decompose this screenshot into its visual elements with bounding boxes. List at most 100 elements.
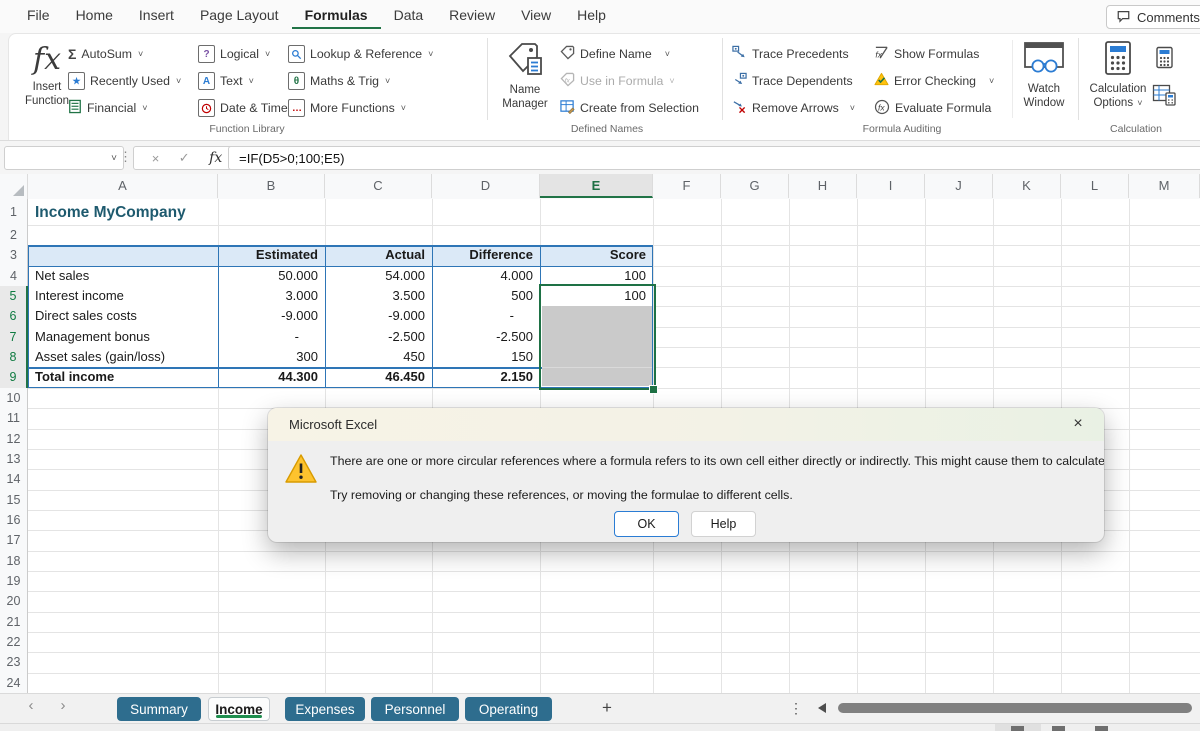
column-header-G[interactable]: G [721, 174, 789, 198]
cell-D6[interactable]: - [432, 306, 540, 326]
column-header-B[interactable]: B [218, 174, 325, 198]
table-header-cell[interactable]: Estimated [218, 245, 325, 265]
row-header-1[interactable]: 1 [0, 199, 27, 225]
sheet-nav-right-icon[interactable]: › [54, 697, 72, 714]
enter-check-icon[interactable]: ✓ [179, 150, 190, 166]
row-header-8[interactable]: 8 [0, 347, 28, 367]
row-header-24[interactable]: 24 [0, 673, 27, 693]
cell-A9[interactable]: Total income [28, 367, 218, 387]
trace-precedents-button[interactable]: Trace Precedents [732, 44, 849, 64]
create-from-selection-button[interactable]: Create from Selection [560, 98, 699, 118]
cell-B5[interactable]: 3.000 [218, 286, 325, 306]
show-formulas-button[interactable]: fx Show Formulas [874, 44, 979, 64]
view-page-layout-icon[interactable] [1052, 726, 1065, 731]
horizontal-scrollbar[interactable] [838, 703, 1192, 713]
menu-tab-file[interactable]: File [14, 0, 63, 29]
cell-D4[interactable]: 4.000 [432, 266, 540, 286]
calculate-now-button[interactable] [1155, 46, 1174, 74]
row-header-12[interactable]: 12 [0, 429, 27, 449]
row-header-6[interactable]: 6 [0, 306, 28, 326]
cell-C5[interactable]: 3.500 [325, 286, 432, 306]
use-in-formula-button[interactable]: fx Use in Formula ˅ [560, 71, 675, 91]
calculation-options-button[interactable]: Calculation Options ˅ [1086, 40, 1150, 118]
more-functions-button[interactable]: … More Functions ˅ [288, 98, 406, 118]
cell-A1-title[interactable]: Income MyCompany [35, 202, 186, 224]
menu-tab-formulas[interactable]: Formulas [292, 0, 381, 29]
row-header-23[interactable]: 23 [0, 652, 27, 672]
name-manager-button[interactable]: Name Manager [494, 40, 556, 118]
trace-dependents-button[interactable]: Trace Dependents [732, 71, 853, 91]
text-button[interactable]: A Text ˅ [198, 71, 254, 91]
sheet-nav-left-icon[interactable]: ‹ [22, 697, 40, 714]
sheet-menu-icon[interactable]: ⋮ [789, 700, 803, 717]
sheet-tab-operating[interactable]: Operating [465, 697, 552, 721]
cell-A5[interactable]: Interest income [28, 286, 218, 306]
evaluate-formula-button[interactable]: fx Evaluate Formula [874, 98, 991, 118]
cell-C4[interactable]: 54.000 [325, 266, 432, 286]
formula-bar-handle[interactable]: ⋮ [119, 146, 132, 168]
select-all-button[interactable] [0, 174, 28, 199]
close-icon[interactable]: × [1068, 415, 1088, 433]
formula-input[interactable]: =IF(D5>0;100;E5) [228, 146, 1200, 170]
cell-C8[interactable]: 450 [325, 347, 432, 367]
column-header-I[interactable]: I [857, 174, 925, 198]
cell-D8[interactable]: 150 [432, 347, 540, 367]
row-header-13[interactable]: 13 [0, 449, 27, 469]
financial-button[interactable]: Financial ˅ [68, 98, 147, 118]
column-header-H[interactable]: H [789, 174, 857, 198]
row-header-10[interactable]: 10 [0, 388, 27, 408]
date-time-button[interactable]: Date & Time ˅ [198, 98, 299, 118]
maths-trig-button[interactable]: θ Maths & Trig ˅ [288, 71, 390, 91]
cell-A8[interactable]: Asset sales (gain/loss) [28, 347, 218, 367]
recently-used-button[interactable]: ★ Recently Used ˅ [68, 71, 181, 91]
menu-tab-review[interactable]: Review [436, 0, 508, 29]
menu-tab-data[interactable]: Data [381, 0, 437, 29]
column-header-M[interactable]: M [1129, 174, 1200, 198]
cell-B7[interactable]: - [218, 327, 325, 347]
cell-D7[interactable]: -2.500 [432, 327, 540, 347]
row-header-2[interactable]: 2 [0, 225, 27, 245]
menu-tab-view[interactable]: View [508, 0, 564, 29]
table-header-cell[interactable] [28, 245, 218, 265]
row-header-15[interactable]: 15 [0, 490, 27, 510]
view-page-break-icon[interactable] [1095, 726, 1108, 731]
row-header-9[interactable]: 9 [0, 367, 28, 387]
watch-window-button[interactable]: Watch Window [1016, 40, 1072, 118]
column-header-C[interactable]: C [325, 174, 432, 198]
sheet-tab-expenses[interactable]: Expenses [285, 697, 365, 721]
table-header-cell[interactable]: Score [540, 245, 653, 265]
cell-D5[interactable]: 500 [432, 286, 540, 306]
row-header-17[interactable]: 17 [0, 530, 27, 550]
dialog-title-bar[interactable]: Microsoft Excel [268, 408, 1104, 441]
cell-A7[interactable]: Management bonus [28, 327, 218, 347]
column-header-A[interactable]: A [28, 174, 218, 198]
name-box[interactable]: ˅ [4, 146, 124, 170]
logical-button[interactable]: ? Logical ˅ [198, 44, 270, 64]
column-header-D[interactable]: D [432, 174, 540, 198]
column-header-K[interactable]: K [993, 174, 1061, 198]
column-header-F[interactable]: F [653, 174, 721, 198]
row-header-3[interactable]: 3 [0, 245, 27, 265]
menu-tab-page-layout[interactable]: Page Layout [187, 0, 292, 29]
row-header-14[interactable]: 14 [0, 469, 27, 489]
menu-tab-home[interactable]: Home [63, 0, 126, 29]
cell-C6[interactable]: -9.000 [325, 306, 432, 326]
insert-function-fx-icon[interactable]: fx [209, 150, 222, 166]
hscroll-left-icon[interactable] [818, 703, 826, 713]
cell-E4[interactable]: 100 [540, 266, 653, 286]
cell-A6[interactable]: Direct sales costs [28, 306, 218, 326]
view-grid-icon[interactable] [1011, 726, 1024, 731]
sheet-tab-summary[interactable]: Summary [117, 697, 201, 721]
cell-C9[interactable]: 46.450 [325, 367, 432, 387]
cancel-icon[interactable]: × [152, 151, 160, 166]
calculate-sheet-button[interactable] [1152, 84, 1177, 111]
sheet-tab-personnel[interactable]: Personnel [371, 697, 459, 721]
row-header-16[interactable]: 16 [0, 510, 27, 530]
row-header-7[interactable]: 7 [0, 327, 28, 347]
column-header-E[interactable]: E [540, 174, 653, 198]
table-header-cell[interactable]: Difference [432, 245, 540, 265]
row-header-11[interactable]: 11 [0, 408, 27, 428]
row-header-21[interactable]: 21 [0, 612, 27, 632]
column-header-J[interactable]: J [925, 174, 993, 198]
row-header-18[interactable]: 18 [0, 551, 27, 571]
